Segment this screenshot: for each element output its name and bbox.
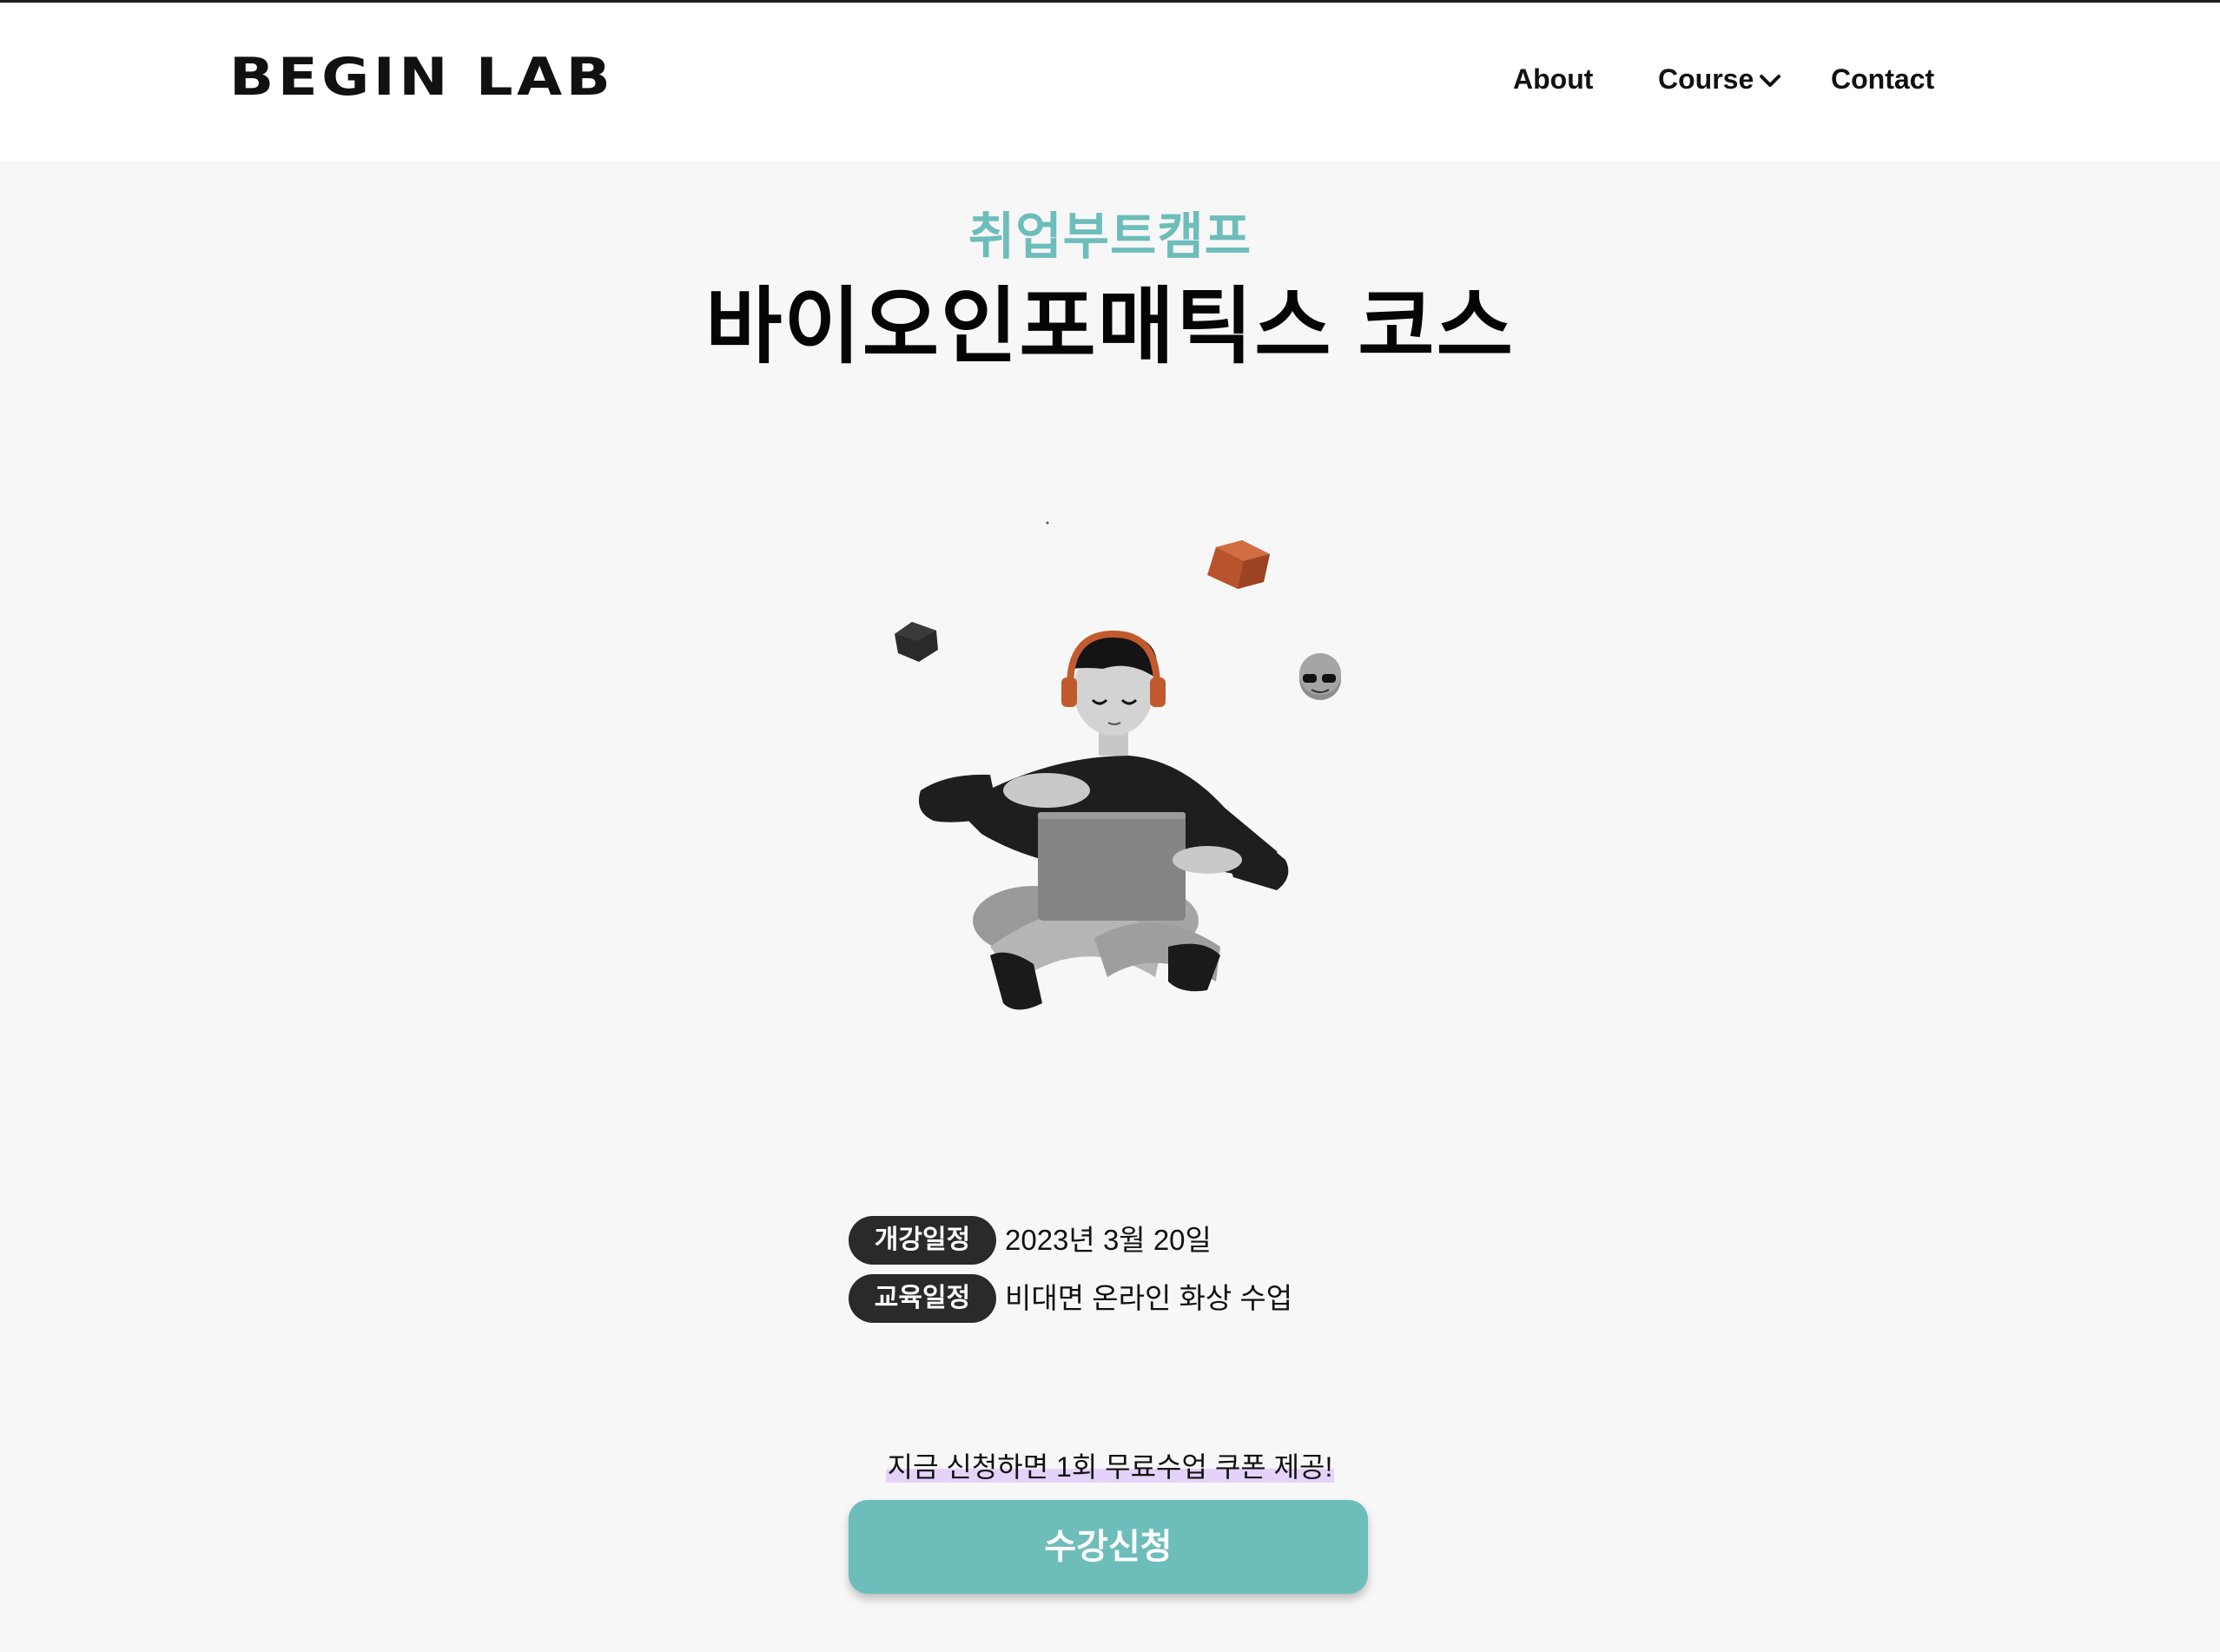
format-label: 교육일정 — [849, 1274, 996, 1323]
promo-text: 지금 신청하면 1회 무료수업 쿠폰 제공! — [885, 1451, 1335, 1483]
start-date-value: 2023년 3월 20일 — [1005, 1224, 1212, 1256]
start-date-label: 개강일정 — [849, 1216, 996, 1265]
nav-about-link[interactable]: About — [1513, 63, 1593, 96]
chevron-down-icon[interactable] — [1758, 70, 1782, 91]
orange-cube-icon — [1207, 540, 1270, 589]
format-value: 비대면 온라인 화상 수업 — [1005, 1282, 1293, 1314]
enroll-button[interactable]: 수강신청 — [849, 1500, 1368, 1594]
dark-cube-icon — [895, 622, 938, 662]
nav-contact-link[interactable]: Contact — [1831, 63, 1934, 96]
character-figure — [918, 630, 1289, 1010]
speck-dot — [1046, 521, 1049, 525]
nav-course-link[interactable]: Course — [1658, 63, 1754, 96]
sunglasses-emoji-icon — [1299, 653, 1341, 700]
promo-banner: 지금 신청하면 1회 무료수업 쿠폰 제공! — [0, 1445, 2220, 1485]
hero-subtitle: 취업부트캠프 — [968, 208, 1252, 265]
coder-illustration — [895, 521, 1341, 1010]
main-nav: About Course Contact — [0, 63, 2220, 107]
site-header: BEGIN LAB About Course Contact — [0, 3, 2220, 161]
hero-title: 바이오인포매틱스 코스 — [705, 281, 1515, 373]
